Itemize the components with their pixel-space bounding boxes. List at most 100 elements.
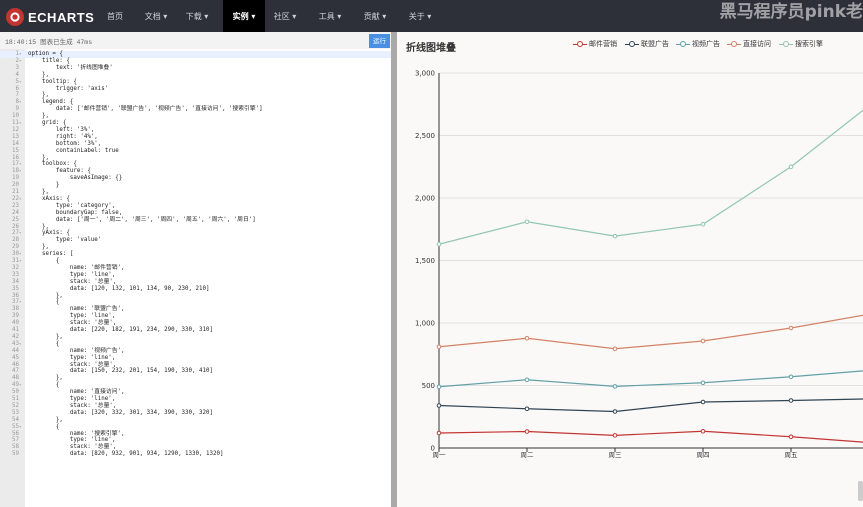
chart-preview-panel: 折线图堆叠 邮件营销 联盟广告 视频广告 直接访问 搜索引擎 0 500 1,000 1,50… [397,32,863,507]
code-line[interactable]: 6 trigger: 'axis' [0,86,391,93]
code-line[interactable]: 53 data: [320, 332, 301, 334, 390, 330, … [0,410,391,417]
code-line[interactable]: 50 name: '直接访问', [0,389,391,396]
echarts-logo[interactable]: ECHARTS [6,7,94,27]
fold-toggle-icon[interactable]: ▾ [19,196,24,203]
code-text: saveAsImage: {} [28,175,123,182]
code-area[interactable]: 1 ▾ option = {2 ▾ title: {3 text: '折线图堆叠' 4 … [0,49,391,507]
scroll-handle[interactable] [858,481,863,501]
fold-toggle-icon[interactable]: ▾ [19,120,24,127]
fold-toggle-icon[interactable]: ▾ [19,79,24,86]
line-number: 59 [12,451,19,458]
line-chart: 05001,0001,5002,0002,5003,000周一 周二 周三 周四 周五 [415,70,863,459]
fold-toggle-icon[interactable]: ▾ [19,51,24,58]
nav-item-7[interactable]: 关于 ▾ [403,0,437,32]
code-line[interactable]: 35 data: [120, 132, 101, 134, 90, 230, 2… [0,286,391,293]
fold-toggle-icon[interactable]: ▾ [19,168,24,175]
code-line[interactable]: 18 ▾ feature: { [0,168,391,175]
code-line[interactable]: 51 type: 'line', [0,396,391,403]
code-line[interactable]: 5 ▾ tooltip: { [0,79,391,86]
line-number: 13 [12,133,19,140]
code-line[interactable]: 3 text: '折线图堆叠' [0,65,391,72]
code-line[interactable]: 31 ▾ { [0,258,391,265]
nav-item-3[interactable]: 实例 ▾ [223,0,265,32]
code-line[interactable]: 43 ▾ { [0,341,391,348]
data-point [436,344,442,350]
data-point [436,430,442,436]
code-line[interactable]: 32 name: '邮件营销', [0,265,391,272]
code-line[interactable]: 16 }, [0,155,391,162]
line-number: 34 [12,278,19,285]
code-line[interactable]: 48 }, [0,375,391,382]
echarts-logo-text: ECHARTS [28,9,95,25]
code-text: type: 'line', [28,396,116,402]
code-line[interactable]: 17 ▾ toolbox: { [0,161,391,168]
code-line[interactable]: 55 ▾ { [0,424,391,431]
series-line [438,370,863,388]
line-number: 32 [12,264,19,271]
code-line[interactable]: 4 }, [0,72,391,79]
code-line[interactable]: 47 data: [150, 232, 201, 154, 190, 330, … [0,368,391,375]
code-line[interactable]: 29 }, [0,244,391,251]
code-line[interactable]: 9 data: ['邮件营销', '联盟广告', '视频广告', '直接访问',… [0,106,391,113]
code-line[interactable]: 25 data: ['周一', '周二', '周三', '周四', '周五', … [0,217,391,224]
fold-toggle-icon[interactable]: ▾ [19,161,24,168]
data-point [612,346,618,352]
nav-item-1[interactable]: 文档 ▾ [139,0,173,32]
code-line[interactable]: 54 }, [0,417,391,424]
code-line[interactable]: 52 stack: '总量', [0,403,391,410]
code-line[interactable]: 20 } [0,182,391,189]
x-tick-label: 周四 [697,451,710,459]
code-line[interactable]: 36 }, [0,293,391,300]
code-line[interactable]: 23 type: 'category', [0,203,391,210]
code-text: }, [28,416,63,423]
code-line[interactable]: 2 ▾ title: { [0,58,391,65]
fold-toggle-icon[interactable]: ▾ [19,251,24,258]
code-line[interactable]: 14 bottom: '3%', [0,141,391,148]
nav-item-2[interactable]: 下载 ▾ [180,0,214,32]
fold-toggle-icon[interactable]: ▾ [19,299,24,306]
code-line[interactable]: 7 }, [0,92,391,99]
code-line[interactable]: 40 stack: '总量', [0,320,391,327]
code-line[interactable]: 44 name: '视频广告', [0,348,391,355]
line-number: 14 [12,140,19,147]
code-line[interactable]: 12 left: '3%', [0,127,391,134]
fold-toggle-icon[interactable]: ▾ [19,58,24,65]
code-line[interactable]: 11 ▾ grid: { [0,120,391,127]
code-line[interactable]: 56 name: '搜索引擎', [0,431,391,438]
code-line[interactable]: 28 type: 'value' [0,237,391,244]
code-line[interactable]: 34 stack: '总量', [0,279,391,286]
fold-toggle-icon[interactable]: ▾ [19,99,24,106]
nav-item-6[interactable]: 贡献 ▾ [358,0,392,32]
fold-toggle-icon[interactable]: ▾ [19,230,24,237]
code-line[interactable]: 33 type: 'line', [0,272,391,279]
fold-toggle-icon[interactable]: ▾ [19,382,24,389]
code-line[interactable]: 10 }, [0,113,391,120]
nav-item-0[interactable]: 首页 [100,0,130,32]
code-line[interactable]: 24 boundaryGap: false, [0,210,391,217]
code-line[interactable]: 46 stack: '总量', [0,362,391,369]
code-line[interactable]: 15 containLabel: true [0,148,391,155]
code-line[interactable]: 22 ▾ xAxis: { [0,196,391,203]
line-number: 24 [12,209,19,216]
code-line[interactable]: 58 stack: '总量', [0,444,391,451]
code-line[interactable]: 26 }, [0,224,391,231]
code-line[interactable]: 13 right: '4%', [0,134,391,141]
nav-item-5[interactable]: 工具 ▾ [313,0,347,32]
run-button[interactable]: 运行 [369,34,390,48]
line-number: 1 [15,51,20,57]
code-line[interactable]: 19 saveAsImage: {} [0,175,391,182]
fold-toggle-icon[interactable]: ▾ [19,424,24,431]
code-line[interactable]: 27 ▾ yAxis: { [0,230,391,237]
fold-toggle-icon[interactable]: ▾ [19,341,24,348]
code-line[interactable]: 59 data: [820, 932, 901, 934, 1290, 1330… [0,451,391,458]
nav-item-4[interactable]: 社区 ▾ [268,0,302,32]
code-line[interactable]: 38 name: '联盟广告', [0,306,391,313]
code-line[interactable]: 21 }, [0,189,391,196]
series-line [438,398,863,413]
fold-toggle-icon[interactable]: ▾ [19,258,24,265]
code-line[interactable]: 41 data: [220, 182, 191, 234, 290, 330, … [0,327,391,334]
code-line[interactable]: 1 ▾ option = { [0,51,391,58]
code-line[interactable]: 42 }, [0,334,391,341]
code-line[interactable]: 30 ▾ series: [ [0,251,391,258]
code-line[interactable]: 45 type: 'line', [0,355,391,362]
